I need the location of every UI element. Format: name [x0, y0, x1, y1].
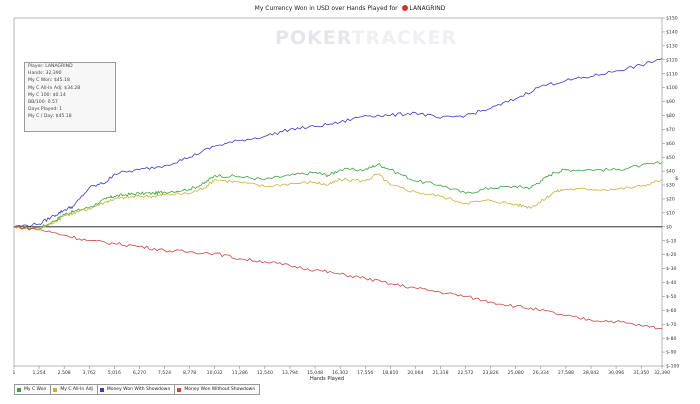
y-tick-label: $30 — [666, 183, 675, 189]
legend-item-won-with-showdown[interactable]: Money Won With Showdown — [96, 384, 176, 395]
x-axis-title: Hands Played — [310, 376, 345, 382]
y-tick-label: $110 — [666, 71, 678, 77]
legend: My C Won My C All-In Adj Money Won With … — [14, 384, 261, 395]
y-tick-label: $-40 — [666, 280, 677, 286]
legend-label: Money Won Without Showdown — [184, 387, 256, 392]
x-tick-label: 21,318 — [432, 370, 448, 376]
y-tick-label: $-20 — [666, 252, 677, 258]
x-tick-label: 25,080 — [508, 370, 524, 376]
stats-line: BB/100: 0.57 — [28, 100, 58, 106]
y-tick-label: $10 — [666, 210, 675, 216]
x-tick-label: 8,778 — [183, 370, 196, 376]
x-tick-label: 18,810 — [382, 370, 398, 376]
x-tick-label: 17,556 — [357, 370, 373, 376]
stats-line: My C / Day: $45.18 — [28, 114, 72, 120]
stats-line: My C Won: $45.18 — [28, 78, 70, 84]
y-tick-label: $120 — [666, 57, 678, 63]
legend-label: Money Won With Showdown — [106, 387, 171, 392]
y-tick-label: $130 — [666, 43, 678, 49]
x-tick-label: 10,032 — [207, 370, 223, 376]
chart-plot: $150 $140 $130 $120 $110 $100 $90 $80 $70 $60 $50 $… — [13, 16, 680, 376]
legend-swatch — [177, 387, 182, 392]
legend-item-won-without-showdown[interactable]: Money Won Without Showdown — [174, 384, 261, 395]
y-tick-label: $-80 — [666, 336, 677, 342]
y-tick-label: $-70 — [666, 322, 677, 328]
y-tick-label: $50 — [666, 155, 675, 161]
legend-item-my-c-won[interactable]: My C Won — [14, 384, 52, 395]
series-line — [13, 161, 663, 230]
x-tick-label: 12,540 — [257, 370, 273, 376]
y-tick-label: $-50 — [666, 294, 677, 300]
stats-line: Days Played: 1 — [28, 107, 63, 113]
x-tick-label: 30,096 — [608, 370, 624, 376]
y-tick-label: $100 — [666, 85, 678, 91]
y-tick-label: $80 — [666, 113, 675, 119]
x-tick-label: 5,016 — [108, 370, 121, 376]
y-tick-label: $140 — [666, 30, 678, 36]
x-tick-label: 13,794 — [282, 370, 298, 376]
y-tick-label: $150 — [666, 16, 678, 22]
y-tick-label: $60 — [666, 141, 675, 147]
y-tick-label: $70 — [666, 127, 675, 133]
y-tick-label: $20 — [666, 197, 675, 203]
x-tick-label: 27,588 — [558, 370, 574, 376]
y-tick-label: $-90 — [666, 350, 677, 356]
legend-swatch — [17, 387, 21, 392]
y-tick-label: $0 — [666, 224, 672, 230]
series-line — [13, 173, 663, 230]
stats-line: Player: LANAGRIND — [28, 64, 73, 69]
legend-label: My C All-In Adj — [60, 387, 93, 392]
series-line — [14, 226, 663, 330]
y-tick-label: $-100 — [666, 364, 679, 370]
x-tick-label: 28,842 — [583, 370, 599, 376]
x-tick-label: 22,572 — [458, 370, 474, 376]
x-tick-label: 20,064 — [407, 370, 423, 376]
x-tick-label: 1 — [13, 370, 16, 376]
x-tick-label: 23,826 — [483, 370, 499, 376]
x-tick-label: 1,254 — [32, 370, 45, 376]
stats-line: My C All-In Adj: $34.28 — [28, 85, 81, 91]
x-tick-label: 7,524 — [158, 370, 171, 376]
y-axis-side-marker: $ — [675, 176, 679, 182]
legend-swatch — [53, 387, 58, 392]
x-tick-label: 3,762 — [83, 370, 96, 376]
stats-line: My C 100: $0.14 — [28, 92, 66, 98]
x-tick-label: 6,270 — [133, 370, 146, 376]
legend-item-my-c-allin-adj[interactable]: My C All-In Adj — [50, 384, 98, 395]
y-tick-label: $-60 — [666, 308, 677, 314]
x-tick-label: 32,390 — [654, 370, 670, 376]
y-tick-label: $-30 — [666, 266, 677, 272]
x-tick-label: 2,508 — [58, 370, 71, 376]
x-tick-label: 11,286 — [232, 370, 248, 376]
y-tick-label: $40 — [666, 169, 675, 175]
x-tick-label: 26,334 — [533, 370, 549, 376]
stats-box: Player: LANAGRIND Hands: 32,390 My C Won… — [24, 62, 116, 132]
y-tick-label: $-10 — [666, 238, 677, 244]
stats-line: Hands: 32,390 — [28, 71, 62, 77]
x-tick-label: 31,350 — [633, 370, 649, 376]
legend-label: My C Won — [24, 387, 47, 392]
y-tick-label: $90 — [666, 99, 675, 105]
legend-swatch — [99, 387, 104, 392]
